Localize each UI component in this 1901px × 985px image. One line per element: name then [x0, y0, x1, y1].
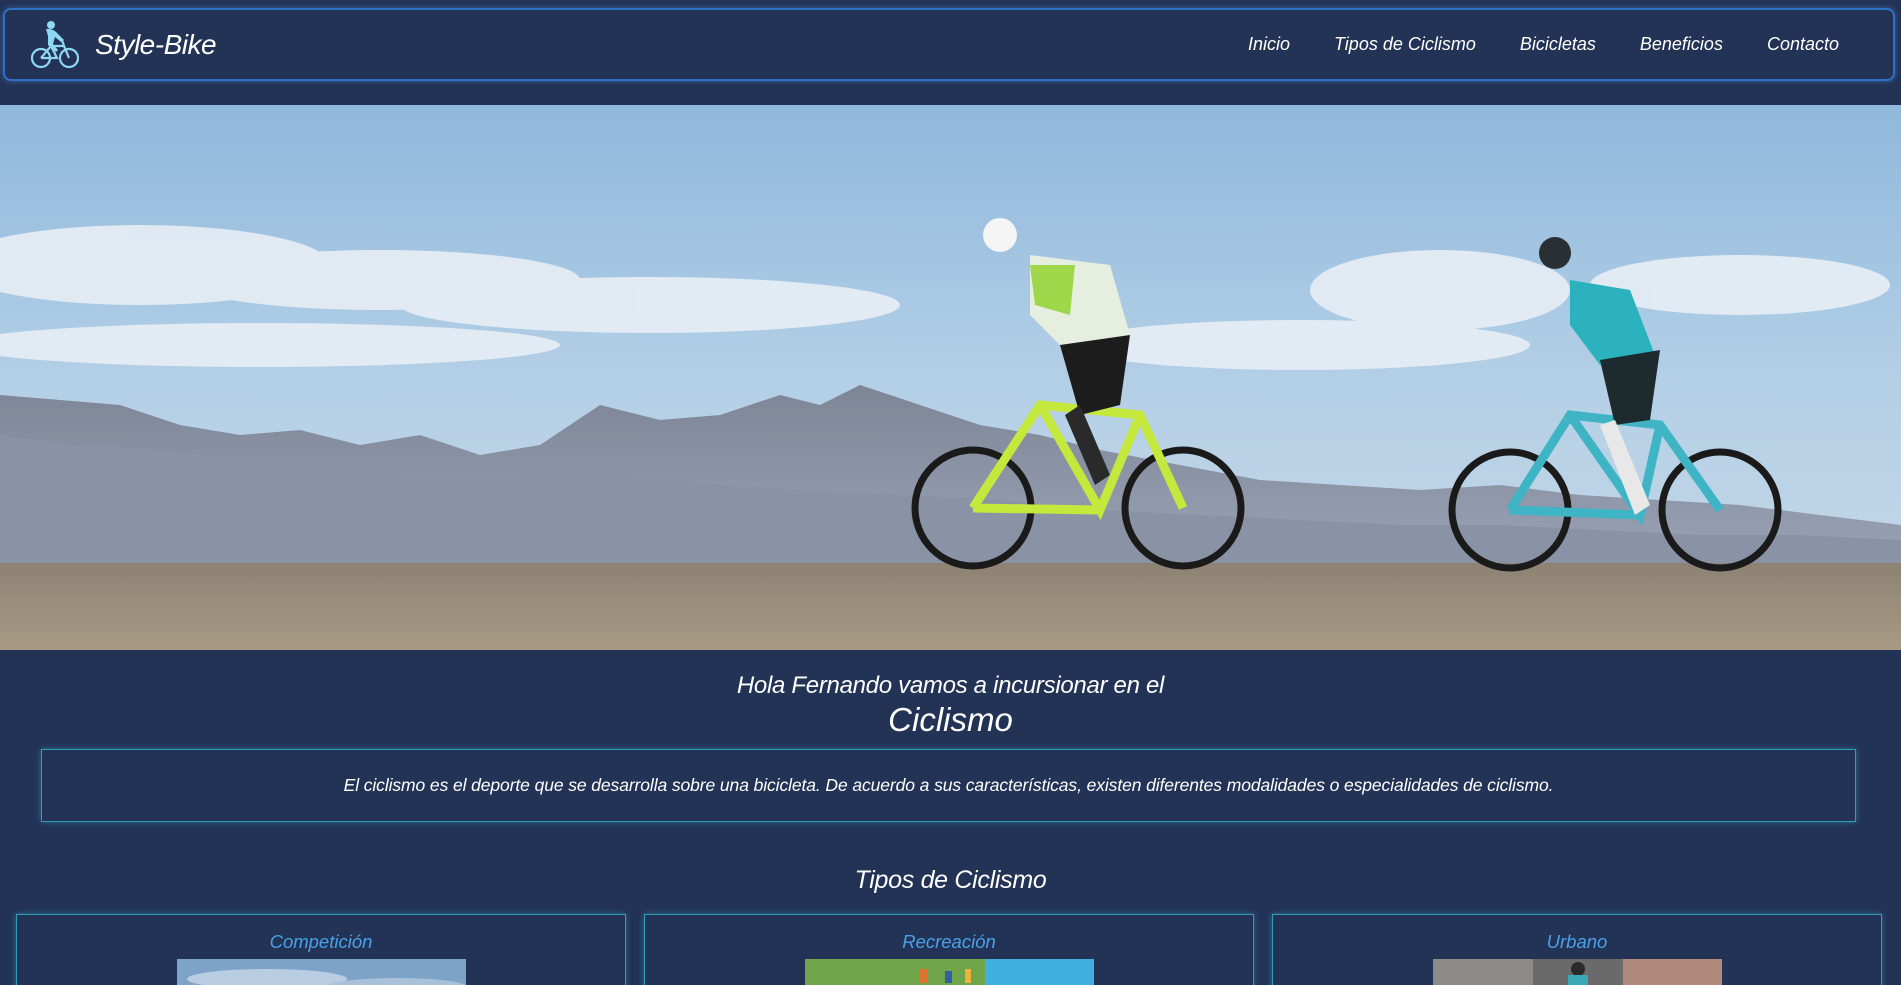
greeting-text: Hola Fernando vamos a incursionar en el — [736, 672, 1165, 699]
brand[interactable]: Style-Bike — [31, 20, 217, 70]
nav-link-tipos-de-ciclismo[interactable]: Tipos de Ciclismo — [1334, 34, 1476, 55]
greeting-heading: Ciclismo — [888, 701, 1013, 738]
card-image — [805, 959, 1094, 985]
intro-box: El ciclismo es el deporte que se desarro… — [41, 749, 1856, 822]
recreation-cycling-photo — [805, 959, 1094, 985]
intro-description: El ciclismo es el deporte que se desarro… — [343, 775, 1554, 795]
card-recreacion[interactable]: Recreación — [644, 914, 1254, 985]
navbar: Style-Bike Inicio Tipos de Ciclismo Bici… — [3, 8, 1895, 81]
card-competicion[interactable]: Competición — [16, 914, 626, 985]
nav-link-contacto[interactable]: Contacto — [1767, 34, 1839, 55]
hero-image — [0, 105, 1901, 650]
two-cyclists-mountain-road-photo — [0, 105, 1901, 650]
section-title-tipos: Tipos de Ciclismo — [854, 866, 1047, 894]
cyclist-logo-icon — [31, 20, 79, 68]
nav-link-inicio[interactable]: Inicio — [1248, 34, 1290, 55]
card-image — [177, 959, 466, 985]
card-urbano[interactable]: Urbano — [1272, 914, 1882, 985]
nav-link-bicicletas[interactable]: Bicicletas — [1520, 34, 1596, 55]
card-title: Recreación — [902, 931, 996, 952]
brand-name: Style-Bike — [95, 28, 217, 60]
urban-cycling-photo — [1433, 959, 1722, 985]
card-title: Urbano — [1546, 931, 1608, 952]
nav-link-beneficios[interactable]: Beneficios — [1640, 34, 1723, 55]
competition-cycling-photo — [177, 959, 466, 985]
card-title: Competición — [269, 931, 373, 952]
page: Style-Bike Inicio Tipos de Ciclismo Bici… — [0, 0, 1901, 985]
nav-links: Inicio Tipos de Ciclismo Bicicletas Bene… — [1204, 34, 1839, 55]
card-image — [1433, 959, 1722, 985]
